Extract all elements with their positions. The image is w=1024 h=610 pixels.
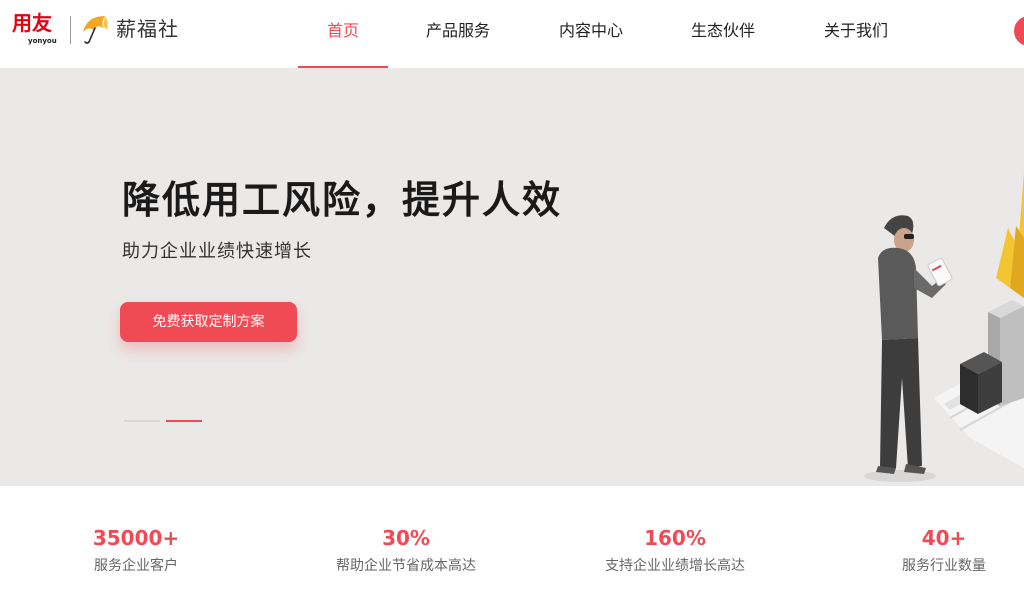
stat-item: 160% 支持企业业绩增长高达 [575,524,775,576]
logo-divider [70,16,71,44]
stat-label: 帮助企业节省成本高达 [336,558,476,574]
yonyou-logo[interactable]: 用友 yonyou [12,10,64,50]
stat-label: 支持企业业绩增长高达 [605,558,745,574]
stat-value: 35000+ [92,526,180,550]
yonyou-logo-subtext: yonyou [28,37,57,45]
businessman-growth-illustration [864,172,1024,482]
hero-banner: 降低用工风险，提升人效 助力企业业绩快速增长 免费获取定制方案 [0,68,1024,486]
stats-card: 35000+ 服务企业客户 30% 帮助企业节省成本高达 160% 支持企业业绩… [4,486,1024,610]
nav-content-center[interactable]: 内容中心 [559,20,623,42]
stat-value: 160% [644,526,706,550]
nav-products-services[interactable]: 产品服务 [426,20,490,42]
hero-subtitle: 助力企业业绩快速增长 [122,241,312,262]
stat-item: 40+ 服务行业数量 [844,524,1024,576]
stat-item: 30% 帮助企业节省成本高达 [306,524,506,576]
umbrella-logo-icon [83,16,108,44]
nav-ecosystem-partners[interactable]: 生态伙伴 [691,20,755,42]
get-custom-plan-button[interactable]: 免费获取定制方案 [120,302,297,342]
hero-title: 降低用工风险，提升人效 [122,178,563,222]
nav-about-us[interactable]: 关于我们 [824,20,888,42]
carousel-indicator-2-active[interactable] [166,420,202,422]
brand-name[interactable]: 薪福社 [116,16,179,42]
stat-item: 35000+ 服务企业客户 [36,524,236,576]
stat-label: 服务企业客户 [94,558,178,574]
nav-home[interactable]: 首页 [327,20,359,42]
carousel-indicator-1[interactable] [124,420,160,422]
stat-label: 服务行业数量 [902,558,986,574]
header-action-button[interactable] [1014,16,1024,46]
stat-value: 40+ [921,526,967,550]
stat-value: 30% [382,526,430,550]
top-navigation-bar: 用友 yonyou 薪福社 首页 产品服务 内容中心 生态伙伴 关于我们 [0,0,1024,68]
stats-section: 35000+ 服务企业客户 30% 帮助企业节省成本高达 160% 支持企业业绩… [0,486,1024,610]
yonyou-logo-text: 用友 [12,11,52,35]
